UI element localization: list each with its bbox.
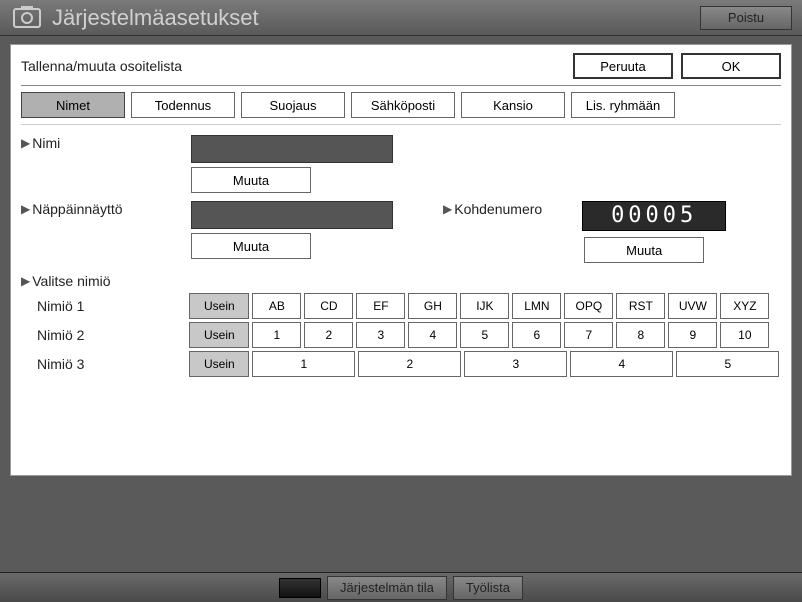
group2-cell[interactable]: 8: [616, 322, 665, 348]
tab-email[interactable]: Sähköposti: [351, 92, 455, 118]
tab-auth[interactable]: Todennus: [131, 92, 235, 118]
subtitle-row: Tallenna/muuta osoitelista Peruuta OK: [21, 51, 781, 81]
tab-names[interactable]: Nimet: [21, 92, 125, 118]
group1-cell[interactable]: OPQ: [564, 293, 613, 319]
triangle-icon: ▶: [21, 202, 30, 216]
row-keydisplay: ▶Näppäinnäyttö Muuta ▶Kohdenumero 00005 …: [21, 201, 781, 263]
group1-cell[interactable]: UVW: [668, 293, 717, 319]
group3-cell[interactable]: 1: [252, 351, 355, 377]
tab-protection[interactable]: Suojaus: [241, 92, 345, 118]
tab-row: Nimet Todennus Suojaus Sähköposti Kansio…: [21, 92, 781, 118]
group3-cell[interactable]: 5: [676, 351, 779, 377]
group1-cell[interactable]: EF: [356, 293, 405, 319]
group3-label: Nimiö 3: [21, 356, 189, 372]
name-change-button[interactable]: Muuta: [191, 167, 311, 193]
footer-status-icon: [279, 578, 321, 598]
app-title: Järjestelmäasetukset: [52, 5, 700, 31]
group2-cell[interactable]: 1: [252, 322, 301, 348]
group-row-2: Nimiö 2 Usein 1 2 3 4 5 6 7 8 9 10: [21, 322, 781, 348]
keydisplay-value: [191, 201, 393, 229]
exit-button[interactable]: Poistu: [700, 6, 792, 30]
group3-grid: Usein 1 2 3 4 5: [189, 351, 781, 377]
triangle-icon: ▶: [21, 274, 30, 288]
tab-addgroup[interactable]: Lis. ryhmään: [571, 92, 675, 118]
triangle-icon: ▶: [443, 202, 452, 216]
group2-cell[interactable]: 9: [668, 322, 717, 348]
keydisplay-label-text: Näppäinnäyttö: [32, 201, 122, 217]
divider: [21, 85, 781, 86]
group2-cell[interactable]: 4: [408, 322, 457, 348]
group1-grid: Usein AB CD EF GH IJK LMN OPQ RST UVW XY…: [189, 293, 781, 319]
group2-cell[interactable]: 10: [720, 322, 769, 348]
keydisplay-label: ▶Näppäinnäyttö: [21, 201, 191, 217]
keydisplay-change-button[interactable]: Muuta: [191, 233, 311, 259]
settings-icon: [10, 4, 44, 32]
group2-cell[interactable]: 6: [512, 322, 561, 348]
group2-cell[interactable]: 2: [304, 322, 353, 348]
group1-cell[interactable]: IJK: [460, 293, 509, 319]
group2-cell[interactable]: 3: [356, 322, 405, 348]
group1-cell[interactable]: CD: [304, 293, 353, 319]
ok-button[interactable]: OK: [681, 53, 781, 79]
group3-often[interactable]: Usein: [189, 351, 249, 377]
group1-cell[interactable]: LMN: [512, 293, 561, 319]
tab-folder[interactable]: Kansio: [461, 92, 565, 118]
joblist-button[interactable]: Työlista: [453, 576, 523, 600]
group1-cell[interactable]: XYZ: [720, 293, 769, 319]
group2-cell[interactable]: 7: [564, 322, 613, 348]
group-section: ▶Valitse nimiö Nimiö 1 Usein AB CD EF GH…: [21, 273, 781, 377]
group1-cell[interactable]: GH: [408, 293, 457, 319]
group-header-text: Valitse nimiö: [32, 273, 110, 289]
group1-often[interactable]: Usein: [189, 293, 249, 319]
name-label-text: Nimi: [32, 135, 60, 151]
group1-cell[interactable]: RST: [616, 293, 665, 319]
panel-subtitle: Tallenna/muuta osoitelista: [21, 58, 565, 74]
thin-divider: [21, 124, 781, 125]
dest-value: 00005: [582, 201, 726, 231]
title-bar: Järjestelmäasetukset Poistu: [0, 0, 802, 36]
footer-bar: Järjestelmän tila Työlista: [0, 572, 802, 602]
group-row-3: Nimiö 3 Usein 1 2 3 4 5: [21, 351, 781, 377]
name-label: ▶Nimi: [21, 135, 191, 151]
group-row-1: Nimiö 1 Usein AB CD EF GH IJK LMN OPQ RS…: [21, 293, 781, 319]
group3-cell[interactable]: 2: [358, 351, 461, 377]
name-value: [191, 135, 393, 163]
group3-cell[interactable]: 4: [570, 351, 673, 377]
dest-label-text: Kohdenumero: [454, 201, 542, 217]
group3-cell[interactable]: 3: [464, 351, 567, 377]
group2-grid: Usein 1 2 3 4 5 6 7 8 9 10: [189, 322, 781, 348]
group1-cell[interactable]: AB: [252, 293, 301, 319]
group1-label: Nimiö 1: [21, 298, 189, 314]
dest-change-button[interactable]: Muuta: [584, 237, 704, 263]
triangle-icon: ▶: [21, 136, 30, 150]
system-status-button[interactable]: Järjestelmän tila: [327, 576, 447, 600]
row-name: ▶Nimi Muuta: [21, 135, 781, 193]
cancel-button[interactable]: Peruuta: [573, 53, 673, 79]
group2-cell[interactable]: 5: [460, 322, 509, 348]
group2-often[interactable]: Usein: [189, 322, 249, 348]
dest-label: ▶Kohdenumero: [443, 201, 542, 217]
main-panel: Tallenna/muuta osoitelista Peruuta OK Ni…: [10, 44, 792, 476]
group2-label: Nimiö 2: [21, 327, 189, 343]
group-header: ▶Valitse nimiö: [21, 273, 781, 289]
